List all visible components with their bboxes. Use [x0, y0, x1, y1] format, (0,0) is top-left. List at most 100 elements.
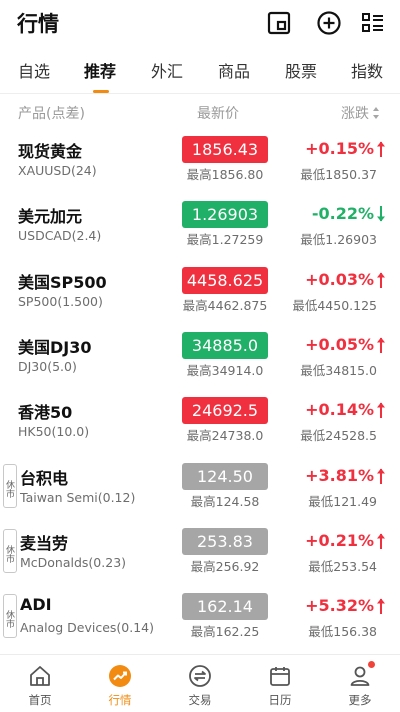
tab-indices[interactable]: 指数 [351, 58, 383, 82]
market-closed-badge: 休市 [3, 594, 17, 639]
high-price: 最高124.58 [190, 493, 260, 509]
chart-trend-icon [109, 665, 131, 687]
price-badge[interactable]: 162.14 [182, 593, 268, 621]
list-edit-icon[interactable] [360, 10, 386, 36]
market-closed-badge: 休市 [3, 528, 17, 573]
low-price: 最低34815.0 [300, 362, 377, 378]
arrow-down-icon [377, 206, 385, 222]
tab-commodities[interactable]: 商品 [218, 58, 250, 82]
low-price: 最低156.38 [308, 624, 377, 640]
instrument-name: 香港50 [18, 403, 73, 423]
exchange-icon [189, 665, 211, 687]
price-badge[interactable]: 124.50 [182, 462, 268, 490]
change-percent: +0.21% [305, 530, 374, 550]
nav-label: 更多 [348, 693, 372, 707]
quote-row[interactable]: 美国DJ30 DJ30(5.0) 34885.0 最高34914.0 +0.05% 最低3… [0, 324, 400, 389]
nav-calendar[interactable]: 日历 [240, 655, 320, 712]
high-price: 最高1856.80 [186, 167, 264, 182]
instrument-name: 美国SP500 [18, 272, 107, 292]
change-percent: +0.14% [305, 400, 374, 420]
tab-recommended[interactable]: 推荐 [84, 58, 116, 82]
quote-row[interactable]: 美元加元 USDCAD(2.4) 1.26903 最高1.27259 -0.22% 最低1… [0, 193, 400, 258]
arrow-up-icon [377, 598, 385, 615]
nav-label: 行情 [108, 693, 132, 707]
nav-home[interactable]: 首页 [0, 655, 80, 712]
quote-row[interactable]: 美国SP500 SP500(1.500) 4458.625 最高4462.875 +0.… [0, 259, 400, 324]
instrument-code: XAUUSD(24) [18, 163, 97, 178]
column-change[interactable]: 涨跌 [341, 103, 369, 123]
instrument-name: 麦当劳 [20, 533, 69, 553]
instrument-name: 现货黄金 [18, 142, 83, 161]
instrument-code: McDonalds(0.23) [20, 554, 127, 570]
arrow-up-icon [377, 533, 385, 549]
quote-row[interactable]: 休市 台积电 Taiwan Semi(0.12) 124.50 最高124.58 +3.8… [0, 455, 400, 520]
notification-dot [368, 661, 375, 668]
nav-label: 日历 [268, 693, 292, 707]
arrow-up-icon [377, 141, 385, 157]
add-icon[interactable] [316, 10, 342, 36]
column-header: 产品(点差) 最新价 涨跌 [0, 98, 400, 128]
instrument-code: USDCAD(2.4) [18, 228, 102, 244]
price-badge[interactable]: 1856.43 [182, 136, 268, 163]
price-badge[interactable]: 1.26903 [182, 201, 268, 229]
nav-label: 首页 [28, 693, 52, 707]
nav-label: 交易 [188, 693, 212, 707]
change-percent: +5.32% [305, 596, 374, 616]
arrow-up-icon [377, 402, 385, 419]
tab-stocks[interactable]: 股票 [285, 58, 317, 82]
price-badge[interactable]: 34885.0 [182, 331, 268, 359]
column-product: 产品(点差) [18, 106, 85, 122]
change-percent: +0.05% [305, 334, 374, 354]
market-tabs: 自选 推荐 外汇 商品 股票 指数 [0, 50, 400, 94]
high-price: 最高34914.0 [186, 362, 264, 378]
instrument-name: ADI [20, 595, 52, 615]
tab-watchlist[interactable]: 自选 [18, 58, 50, 82]
low-price: 最低1.26903 [300, 232, 377, 248]
instrument-code: HK50(10.0) [18, 424, 90, 440]
price-badge[interactable]: 24692.5 [182, 397, 268, 425]
quote-row[interactable]: 香港50 HK50(10.0) 24692.5 最高24738.0 +0.14% 最低24… [0, 389, 400, 454]
instrument-code: Taiwan Semi(0.12) [20, 489, 136, 505]
low-price: 最低1850.37 [300, 167, 377, 182]
nav-market[interactable]: 行情 [80, 655, 160, 712]
instrument-name: 美国DJ30 [18, 337, 92, 357]
quote-row[interactable]: 休市 ADI Analog Devices(0.14) 162.14 最高162.25 +… [0, 585, 400, 650]
instrument-name: 美元加元 [18, 207, 83, 227]
low-price: 最低121.49 [308, 493, 377, 509]
bottom-nav: 首页 行情 交易 日历 更多 [0, 654, 400, 712]
change-percent: +0.15% [305, 139, 374, 158]
quote-row[interactable]: 休市 麦当劳 McDonalds(0.23) 253.83 最高256.92 +0.21%… [0, 520, 400, 585]
nav-trade[interactable]: 交易 [160, 655, 240, 712]
change-percent: +0.03% [305, 269, 374, 289]
low-price: 最低24528.5 [300, 428, 377, 444]
calendar-icon [270, 667, 290, 686]
active-tab-indicator [93, 90, 109, 93]
instrument-code: Analog Devices(0.14) [20, 620, 155, 636]
nav-more[interactable]: 更多 [320, 655, 400, 712]
column-latest-price: 最新价 [197, 106, 239, 122]
app-header: 行情 [0, 0, 400, 46]
high-price: 最高162.25 [190, 624, 260, 640]
instrument-code: SP500(1.500) [18, 293, 103, 309]
sort-icon[interactable] [372, 106, 380, 120]
low-price: 最低253.54 [308, 558, 377, 574]
high-price: 最高24738.0 [186, 428, 264, 444]
arrow-up-icon [377, 468, 385, 484]
instrument-name: 台积电 [20, 468, 69, 488]
quote-row[interactable]: 现货黄金 XAUUSD(24) 1856.43 最高1856.80 +0.15% 最低18… [0, 128, 400, 193]
page-title: 行情 [17, 12, 59, 36]
layout-icon[interactable] [266, 10, 292, 36]
instrument-code: DJ30(5.0) [18, 358, 77, 374]
arrow-up-icon [377, 337, 385, 353]
high-price: 最高256.92 [190, 558, 260, 574]
arrow-up-icon [377, 272, 385, 288]
market-closed-badge: 休市 [3, 463, 17, 508]
low-price: 最低4450.125 [292, 297, 377, 313]
home-icon [30, 666, 50, 686]
high-price: 最高1.27259 [186, 232, 264, 248]
price-badge[interactable]: 253.83 [182, 527, 268, 555]
tab-forex[interactable]: 外汇 [151, 58, 183, 82]
high-price: 最高4462.875 [182, 297, 268, 313]
price-badge[interactable]: 4458.625 [182, 266, 268, 294]
change-percent: -0.22% [311, 204, 374, 224]
